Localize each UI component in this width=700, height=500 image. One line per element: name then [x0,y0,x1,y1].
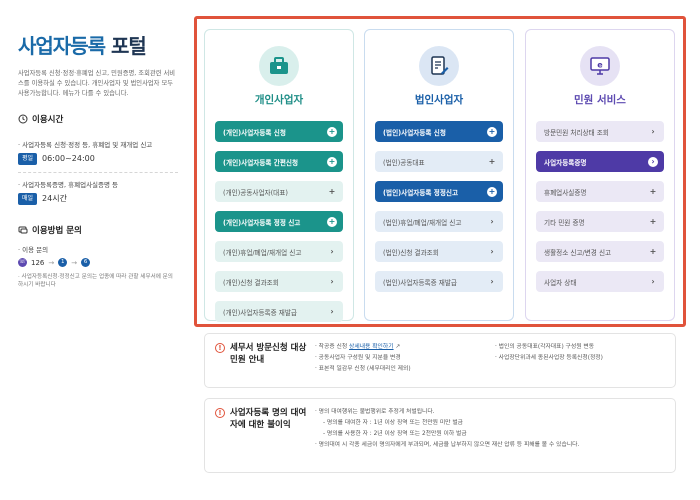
card-title: 개인사업자 [254,94,304,106]
hours-heading: 이용시간 [18,113,178,125]
chevron-right-icon: › [651,276,655,286]
hours-item-label: · 사업자등록증명, 휴폐업사실증명 등 [18,181,119,189]
page-title: 사업자등록 포털 [18,30,178,59]
plus-icon: + [487,186,497,197]
plus-icon: + [488,156,496,166]
plus-icon: + [327,126,337,137]
chevron-right-icon: › [330,306,334,316]
list-item: · 사업장단위과세 종된사업장 등록신청(정정) [495,355,603,361]
contact-heading-text: 이용방법 문의 [32,226,82,236]
card-title: 민원 서비스 [574,94,626,106]
step-badge: 6 [81,258,91,267]
personal-reissue-button[interactable]: (개인)사업자등록증 재발급 › [215,301,343,322]
plus-icon: + [649,216,657,226]
phone-icon: ☏ [18,258,27,267]
plus-icon: + [487,126,497,137]
personal-result-button[interactable]: (개인)신청 결과조회 › [215,271,343,292]
card-civil-service: e 민원 서비스 방문민원 처리상태 조회 › 사업자등록증명 › 휴폐업사실증명 +… [525,29,675,321]
civil-visit-status-button[interactable]: 방문민원 처리상태 조회 › [536,121,664,142]
personal-joint-button[interactable]: (개인)공동사업자(대표) + [215,181,343,202]
svg-text:e: e [597,61,603,70]
chevron-right-icon: › [490,246,494,256]
corp-result-button[interactable]: (법인)신청 결과조회 › [375,241,503,262]
personal-button-list: (개인)사업자등록 신청 + (개인)사업자등록 간편신청 + (개인)공동사업자(… [215,121,343,322]
visit-notice-title: 세무서 방문신청 대상 민원 안내 [230,343,307,365]
list-item: - 명의를 사용한 자 : 2년 이상 징역 또는 2천만원 이하 벌금 [323,431,467,437]
name-lending-notice-box: ! 사업자등록 명의 대여자에 대한 불이익 · 명의 대여행위는 불법행위로 … [204,398,676,473]
civil-business-status-button[interactable]: 사업자 상태 › [536,271,664,292]
corp-register-button[interactable]: (법인)사업자등록 신청 + [375,121,503,142]
contact-note: · 사업자등록신청·정정신고 문의는 업종에 따라 관할 세무서에 문의하시기 … [18,274,173,288]
corp-closure-button[interactable]: (법인)휴업/폐업/재개업 신고 › [375,211,503,232]
civil-location-report-button[interactable]: 생활정소 신고/변경 신고 + [536,241,664,262]
visit-notice-box: ! 세무서 방문신청 대상 민원 안내 · 착공증 신청 상세내용 확인하기 ↗… [204,333,676,388]
plus-icon: + [328,186,336,196]
corp-button-list: (법인)사업자등록 신청 + (법인)공동대표 + (법인)사업자등록 정정신고 + … [375,121,503,292]
civil-button-list: 방문민원 처리상태 조회 › 사업자등록증명 › 휴폐업사실증명 + 기타 민원 증명… [536,121,664,292]
portal-description: 사업자등록 신청·정정·휴폐업 신고, 민원증명, 조회관련 서비스를 이용하실… [18,70,176,97]
list-item: · 착공증 신청 상세내용 확인하기 ↗ [315,344,401,350]
computer-e-icon: e [580,46,620,86]
hours-item: · 사업자등록 신청·정정 등, 휴폐업 및 재개업 신고 평일 06:00~2… [18,133,178,172]
civil-registration-cert-button[interactable]: 사업자등록증명 › [536,151,664,172]
personal-simple-register-button[interactable]: (개인)사업자등록 간편신청 + [215,151,343,172]
contact-heading: 이용방법 문의 [18,224,178,236]
chevron-right-icon: › [651,126,655,136]
corp-correction-button[interactable]: (법인)사업자등록 정정신고 + [375,181,503,202]
list-item: · 법인의 공동대표(각자대표) 구성원 변동 [495,344,595,350]
personal-register-button[interactable]: (개인)사업자등록 신청 + [215,121,343,142]
list-item: · 명의대여 시 각종 세금이 명의자에게 부과되며, 세금을 납부하지 않으면… [315,442,580,448]
card-corporate: 법인사업자 (법인)사업자등록 신청 + (법인)공동대표 + (법인)사업자등록 … [364,29,514,321]
personal-correction-button[interactable]: (개인)사업자등록 정정 신고 + [215,211,343,232]
plus-icon: + [649,246,657,256]
contact-number[interactable]: 126 [31,259,44,267]
chevron-right-icon: › [490,276,494,286]
card-title: 법인사업자 [414,94,464,106]
chevron-right-icon: › [490,216,494,226]
hours-list: · 사업자등록 신청·정정 등, 휴폐업 및 재개업 신고 평일 06:00~2… [18,133,178,212]
corp-joint-button[interactable]: (법인)공동대표 + [375,151,503,172]
chat-icon [18,226,28,234]
chevron-right-icon: › [648,156,658,167]
detail-link[interactable]: 상세내용 확인하기 [349,344,394,350]
hours-time: 24시간 [42,194,67,203]
list-item: · 공동사업자 구성원 및 지분율 변경 [315,355,401,361]
hours-badge: 평일 [18,153,38,165]
warning-icon: ! [215,408,225,418]
briefcase-icon [259,46,299,86]
page-title-sub: 포털 [110,34,147,58]
corp-reissue-button[interactable]: (법인)사업자등록증 재발급 › [375,271,503,292]
clock-icon [18,114,28,124]
hours-badge: 매일 [18,193,38,205]
personal-closure-button[interactable]: (개인)휴업/폐업/재개업 신고 › [215,241,343,262]
contact-numbers: ☏ 126 → 1 → 6 [18,258,178,267]
hours-heading-text: 이용시간 [32,115,64,125]
hours-item-label: · 사업자등록 신청·정정 등, 휴폐업 및 재개업 신고 [18,141,153,149]
contact-line: · 이용 문의 [18,246,49,254]
civil-other-cert-button[interactable]: 기타 민원 증명 + [536,211,664,232]
sidebar: 사업자등록 포털 사업자등록 신청·정정·휴폐업 신고, 민원증명, 조회관련 … [18,30,178,289]
list-item: · 표본적 일감무 신청 (세무대리인 제외) [315,366,411,372]
list-item: - 명의를 대여한 자 : 1년 이상 징역 또는 천만원 미만 벌금 [323,420,463,426]
card-personal: 개인사업자 (개인)사업자등록 신청 + (개인)사업자등록 간편신청 + (개인)… [204,29,354,322]
plus-icon: + [649,186,657,196]
hours-time: 06:00~24:00 [42,154,95,163]
hours-item: · 사업자등록증명, 휴폐업사실증명 등 매일 24시간 [18,172,178,212]
step-badge: 1 [58,258,68,267]
civil-closure-cert-button[interactable]: 휴폐업사실증명 + [536,181,664,202]
chevron-right-icon: › [330,246,334,256]
name-lending-title: 사업자등록 명의 대여자에 대한 불이익 [230,408,307,430]
document-pen-icon [419,46,459,86]
plus-icon: + [327,156,337,167]
plus-icon: + [327,216,337,227]
page-title-main: 사업자등록 [18,34,106,58]
external-link-icon: ↗ [395,344,401,350]
chevron-right-icon: › [330,276,334,286]
list-item: · 명의 대여행위는 불법행위로 추정게 처벌됩니다. [315,409,435,415]
warning-icon: ! [215,343,225,353]
